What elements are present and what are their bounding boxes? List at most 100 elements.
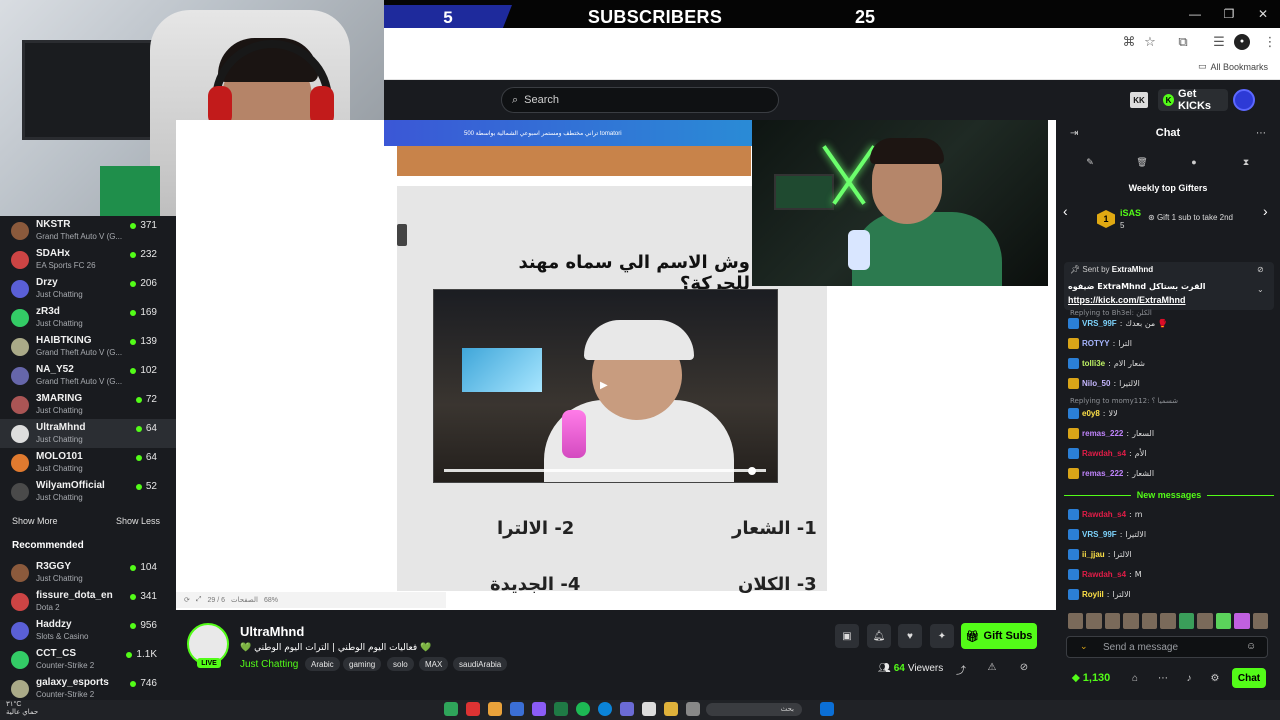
channel-row[interactable]: UltraMhnd Just Chatting 64 — [0, 419, 176, 448]
play-icon[interactable]: ▶ — [600, 380, 612, 392]
hide-icon[interactable]: ⊘ — [1018, 662, 1030, 674]
tag-solo[interactable]: solo — [387, 657, 414, 671]
chrome-icon[interactable] — [488, 702, 502, 716]
chat-message[interactable]: Roylil: الالترا — [1068, 589, 1131, 600]
channel-row[interactable]: MOLO101 Just Chatting 64 — [0, 448, 176, 477]
translate-icon[interactable]: ⌘ — [1121, 34, 1137, 50]
show-less-button[interactable]: Show Less — [116, 516, 160, 526]
app-icon[interactable] — [510, 702, 524, 716]
gifter-name[interactable]: iSAS — [1120, 208, 1141, 218]
chat-message[interactable]: Rawdah_s4: M — [1068, 569, 1142, 580]
chat-message[interactable]: Rawdah_s4: الأم — [1068, 448, 1146, 459]
channel-row[interactable]: zR3d Just Chatting 169 — [0, 303, 176, 332]
get-kicks-button[interactable]: K Get KICKs — [1158, 88, 1228, 112]
channel-row[interactable]: HAIBTKING Grand Theft Auto V (G... 139 — [0, 332, 176, 361]
video-scrubber[interactable] — [748, 467, 756, 475]
chat-message[interactable]: remas_222: السعار — [1068, 428, 1154, 439]
settings-icon[interactable]: ⚙ — [1209, 673, 1221, 685]
channel-row[interactable]: NKSTR Grand Theft Auto V (G... 371 — [0, 216, 176, 245]
menu-icon[interactable]: ⋮ — [1262, 34, 1278, 50]
chat-mode-icon[interactable]: ⋯ — [1157, 673, 1169, 685]
taskbar-search[interactable]: بحث — [706, 703, 802, 716]
expand-pinned-icon[interactable]: ⌄ — [1257, 285, 1264, 294]
chat-message[interactable]: ROTYY: الترا — [1068, 338, 1132, 349]
channel-row[interactable]: 3MARING Just Chatting 72 — [0, 390, 176, 419]
chat-username[interactable]: e0y8 — [1082, 409, 1100, 418]
extensions-icon[interactable]: ⧉ — [1175, 34, 1191, 50]
channel-row[interactable]: SDAHx EA Sports FC 26 232 — [0, 245, 176, 274]
chat-username[interactable]: tolli3e — [1082, 359, 1105, 368]
channel-row[interactable]: WilyamOfficial Just Chatting 52 — [0, 477, 176, 506]
emote-bar[interactable] — [1068, 613, 1268, 629]
app-icon[interactable] — [686, 702, 700, 716]
channel-row[interactable]: fissure_dota_en Dota 2 341 — [0, 587, 176, 616]
channel-row[interactable]: galaxy_esports Counter-Strike 2 746 — [0, 674, 176, 703]
tag-max[interactable]: MAX — [419, 657, 449, 671]
kick-icon[interactable]: KK — [1130, 92, 1148, 108]
pinned-link[interactable]: https://kick.com/ExtraMhnd — [1068, 295, 1186, 305]
channel-row[interactable]: NA_Y52 Grand Theft Auto V (G... 102 — [0, 361, 176, 390]
unpin-icon[interactable]: ⊘ — [1257, 265, 1264, 274]
tag-saudiarabia[interactable]: saudiArabia — [453, 657, 508, 671]
chat-username[interactable]: remas_222 — [1082, 469, 1123, 478]
app-icon[interactable] — [620, 702, 634, 716]
chat-username[interactable]: VRS_99F — [1082, 530, 1117, 539]
pin-icon[interactable]: ✎ — [1083, 157, 1097, 171]
tag-gaming[interactable]: gaming — [343, 657, 382, 671]
chat-bell-icon[interactable]: ♪ — [1183, 673, 1195, 685]
store-icon[interactable]: ⌂ — [1129, 673, 1141, 685]
timer-icon[interactable]: ⧗ — [1239, 157, 1253, 171]
search-input[interactable]: ⌕ Search — [501, 87, 779, 113]
spotify-icon[interactable] — [576, 702, 590, 716]
share-icon[interactable]: ⤴ — [955, 662, 967, 677]
chat-message[interactable]: Rawdah_s4: m — [1068, 509, 1143, 520]
reading-list-icon[interactable]: ☰ — [1211, 34, 1227, 50]
gifters-next-icon[interactable]: › — [1263, 203, 1268, 219]
follow-button[interactable]: ♥ — [898, 624, 922, 648]
app-icon[interactable] — [532, 702, 546, 716]
chat-username[interactable]: VRS_99F — [1082, 319, 1117, 328]
chat-username[interactable]: remas_222 — [1082, 429, 1123, 438]
app-icon[interactable] — [466, 702, 480, 716]
chat-message[interactable]: ii_jjau: الالترا — [1068, 549, 1132, 560]
fit-icon[interactable]: ⤢ — [196, 596, 202, 604]
trash-icon[interactable]: 🗑︎ — [1135, 157, 1149, 171]
chat-message-input[interactable]: Send a message — [1066, 636, 1268, 658]
streamer-name[interactable]: UltraMhnd — [240, 624, 304, 639]
chat-username[interactable]: ii_jjau — [1082, 550, 1105, 559]
gifters-prev-icon[interactable]: ‹ — [1063, 203, 1068, 219]
chat-options-icon[interactable]: ⋯ — [1256, 128, 1266, 139]
channel-row[interactable]: Haddzy Slots & Casino 956 — [0, 616, 176, 645]
video-progress[interactable] — [444, 469, 766, 472]
chat-message[interactable]: tolli3e: شعار الام — [1068, 358, 1145, 369]
tag-arabic[interactable]: Arabic — [305, 657, 340, 671]
app-icon[interactable] — [444, 702, 458, 716]
report-icon[interactable]: ⚠ — [986, 662, 998, 674]
chat-username[interactable]: Rawdah_s4 — [1082, 570, 1126, 579]
restore-icon[interactable]: ❐ — [1212, 0, 1246, 28]
boost-button[interactable]: ✦ — [930, 624, 954, 648]
chat-message[interactable]: remas_222: الشعار — [1068, 468, 1154, 479]
star-icon[interactable]: ☆ — [1142, 34, 1158, 50]
rotate-icon[interactable]: ⟳ — [184, 596, 190, 604]
excel-icon[interactable] — [554, 702, 568, 716]
profile-icon[interactable]: ● — [1234, 34, 1250, 50]
user-avatar[interactable] — [1233, 89, 1255, 111]
notifications-button[interactable]: 🔔︎ — [867, 624, 891, 648]
close-icon[interactable]: ✕ — [1246, 0, 1280, 28]
chat-username[interactable]: Rawdah_s4 — [1082, 510, 1126, 519]
chat-username[interactable]: Roylil — [1082, 590, 1104, 599]
clip-button[interactable]: ▣ — [835, 624, 859, 648]
chat-username[interactable]: ROTYY — [1082, 339, 1110, 348]
folder-taskbar-icon[interactable] — [664, 702, 678, 716]
app-icon[interactable] — [642, 702, 656, 716]
emoji-icon[interactable]: ☺ — [1246, 641, 1256, 652]
channel-row[interactable]: R3GGY Just Chatting 104 — [0, 558, 176, 587]
minimize-icon[interactable]: — — [1178, 0, 1212, 28]
show-more-button[interactable]: Show More — [12, 516, 58, 526]
chat-username[interactable]: Rawdah_s4 — [1082, 449, 1126, 458]
gift-subs-button[interactable]: 🎁︎ Gift Subs — [961, 623, 1037, 649]
channel-row[interactable]: Drzy Just Chatting 206 — [0, 274, 176, 303]
chat-message[interactable]: VRS_99F: من بعدك 🥊 — [1068, 318, 1168, 329]
stream-category[interactable]: Just Chatting — [240, 659, 298, 670]
